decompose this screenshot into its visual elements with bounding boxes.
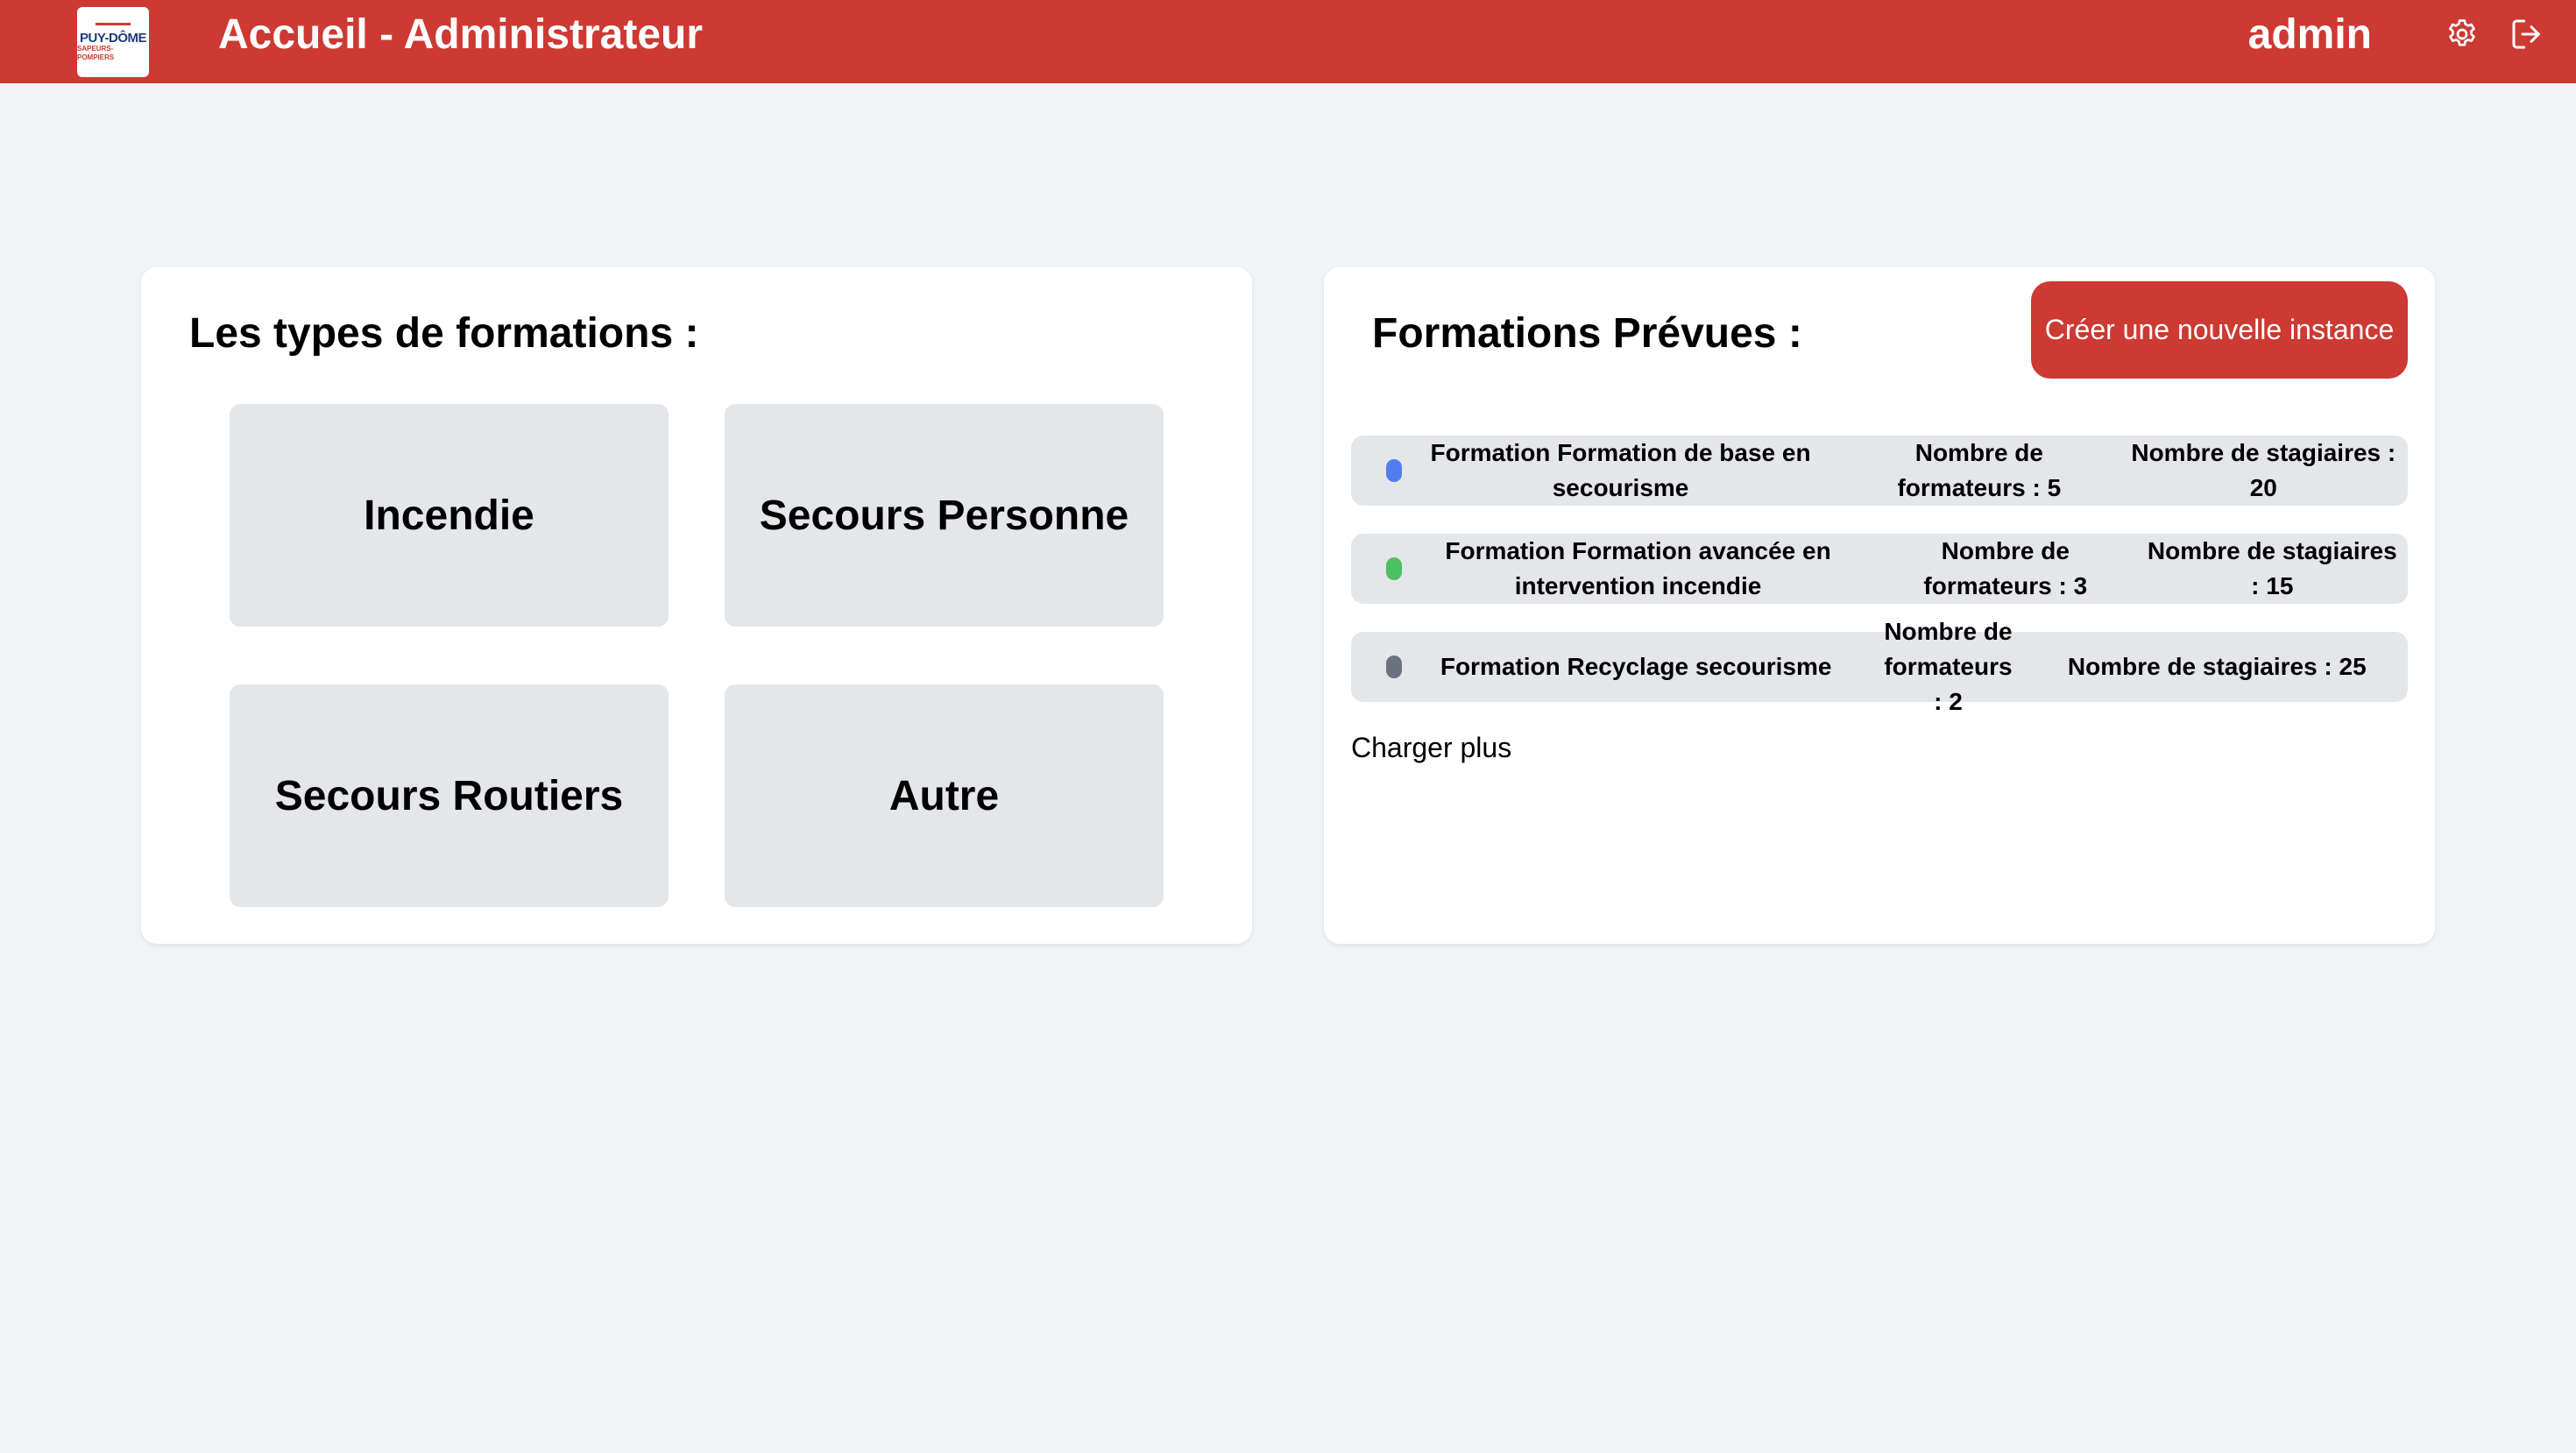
planned-trainings-card: Formations Prévues : Créer une nouvelle …: [1324, 267, 2435, 944]
session-trainees: Nombre de stagiaires : 20: [2131, 439, 2396, 501]
logo-roof-icon: [96, 22, 131, 30]
type-tile-autre[interactable]: Autre: [725, 684, 1164, 907]
session-row[interactable]: Formation Formation avancée en intervent…: [1351, 534, 2408, 604]
page-title: Accueil - Administrateur: [218, 11, 704, 58]
session-status-dot: [1386, 557, 1402, 580]
session-name: Formation Formation avancée en intervent…: [1445, 537, 1831, 599]
session-trainers: Nombre de formateurs : 5: [1897, 439, 2062, 501]
training-types-card: Les types de formations : Incendie Secou…: [141, 267, 1252, 944]
load-more-link[interactable]: Charger plus: [1351, 730, 1511, 765]
current-user-name: admin: [2247, 11, 2372, 58]
gear-icon[interactable]: [2443, 15, 2481, 53]
create-instance-button[interactable]: Créer une nouvelle instance: [2031, 281, 2408, 379]
session-trainers: Nombre de formateurs : 2: [1884, 618, 2013, 715]
logo-line1: PUY-DÔME: [79, 30, 147, 46]
session-trainers: Nombre de formateurs : 3: [1923, 537, 2088, 599]
logo-line2: SAPEURS-POMPIERS: [77, 44, 115, 61]
type-tile-incendie[interactable]: Incendie: [230, 404, 669, 627]
session-trainees: Nombre de stagiaires : 25: [2067, 653, 2367, 680]
session-name: Formation Recyclage secourisme: [1440, 653, 1832, 680]
session-row[interactable]: Formation Formation de base en secourism…: [1351, 436, 2408, 506]
session-trainees: Nombre de stagiaires : 15: [2147, 537, 2397, 599]
type-tile-secours-routiers[interactable]: Secours Routiers: [230, 684, 669, 907]
logout-icon[interactable]: [2508, 15, 2546, 53]
type-tile-secours-personne[interactable]: Secours Personne: [725, 404, 1164, 627]
session-name: Formation Formation de base en secourism…: [1430, 439, 1811, 501]
top-navbar: PUY-DÔME SAPEURS-POMPIERS Accueil - Admi…: [0, 0, 2576, 83]
session-status-dot: [1386, 459, 1402, 482]
sdis-logo[interactable]: PUY-DÔME SAPEURS-POMPIERS: [77, 7, 149, 77]
training-types-title: Les types de formations :: [189, 310, 699, 357]
planned-trainings-title: Formations Prévues :: [1372, 310, 1802, 357]
session-row[interactable]: Formation Recyclage secourisme Nombre de…: [1351, 618, 2408, 715]
session-status-dot: [1386, 656, 1402, 678]
